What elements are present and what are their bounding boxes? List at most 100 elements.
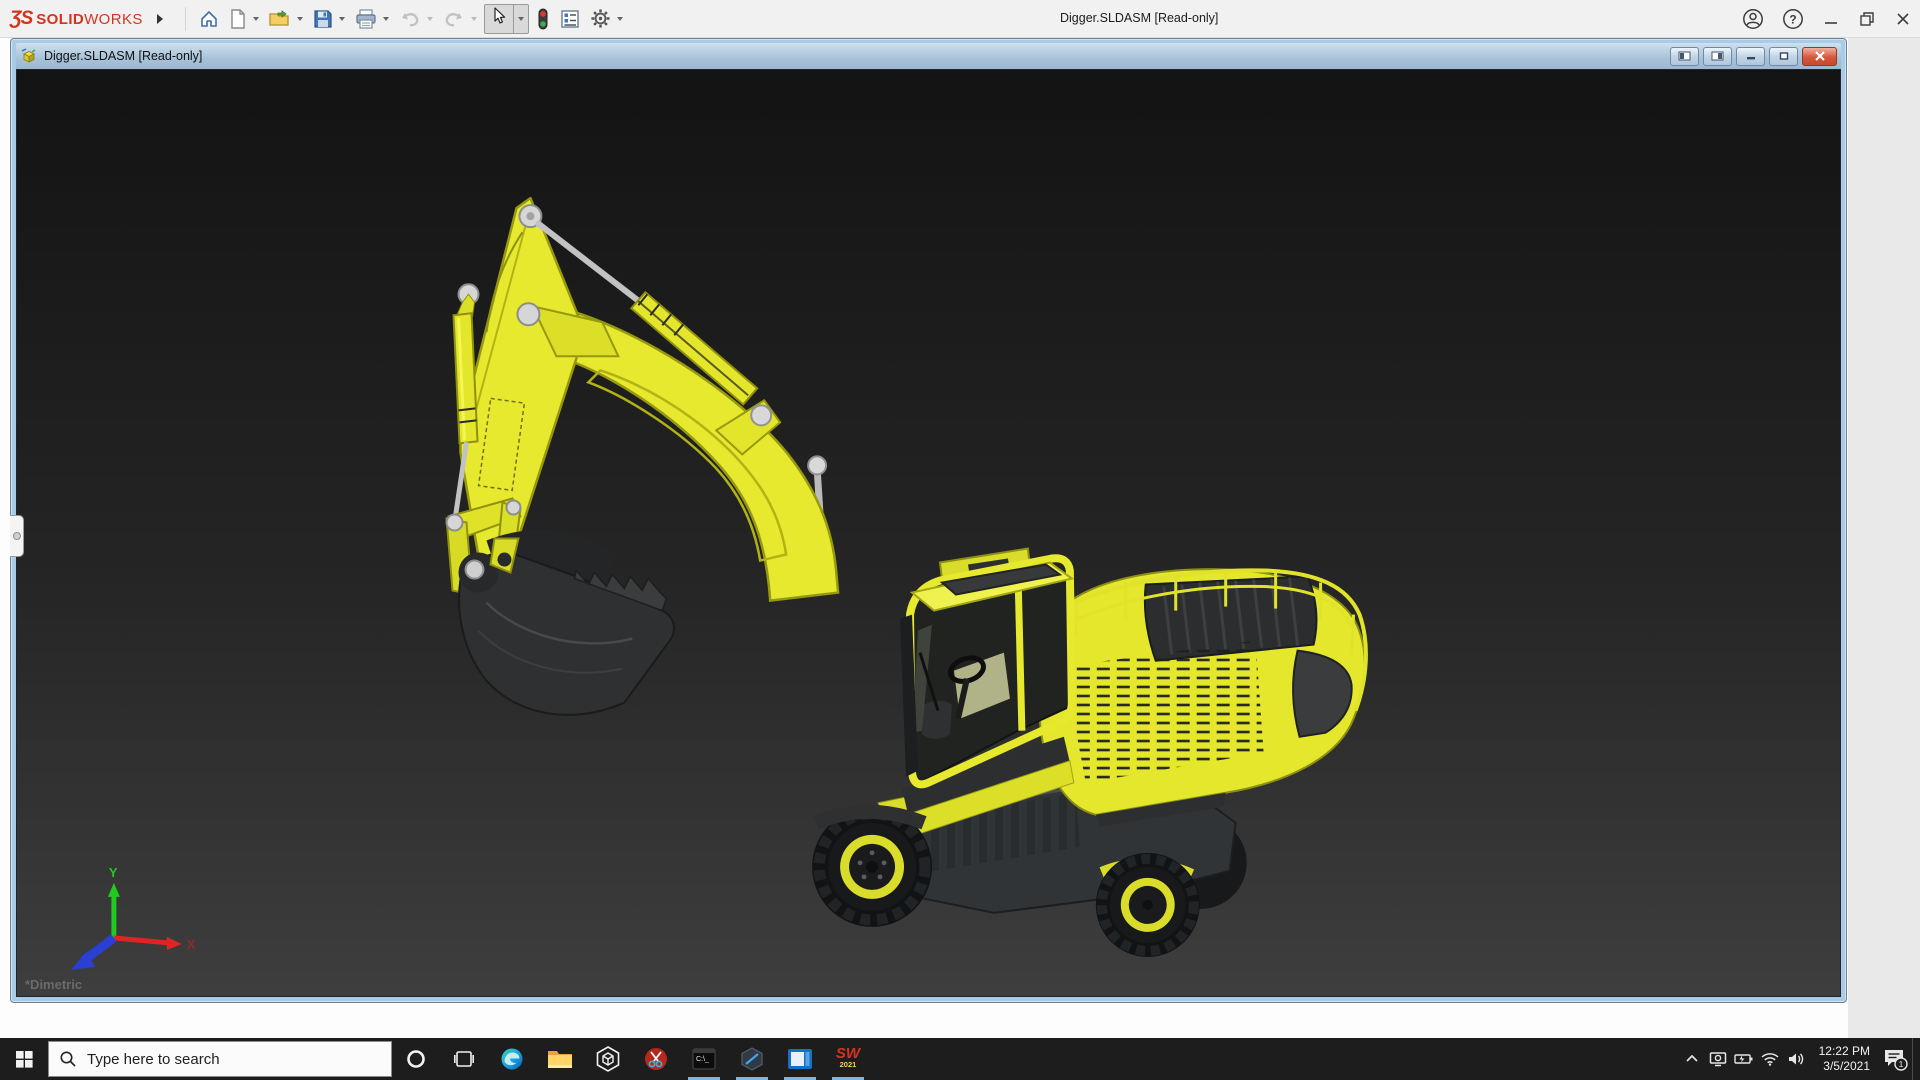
triad-y-label: Y bbox=[109, 865, 118, 880]
3ds-logo-mark: ƷS bbox=[10, 8, 32, 30]
rebuild-button[interactable] bbox=[531, 5, 555, 33]
redo-dropdown[interactable] bbox=[471, 17, 477, 21]
edge-icon bbox=[500, 1047, 524, 1071]
digger-excavator-model: Y X bbox=[17, 70, 1840, 996]
clock-time: 12:22 PM bbox=[1819, 1044, 1870, 1059]
remote-desktop-icon bbox=[787, 1048, 813, 1070]
cortana-icon bbox=[406, 1049, 426, 1069]
3d-viewer-icon bbox=[595, 1046, 621, 1072]
start-button[interactable] bbox=[0, 1038, 48, 1080]
taskbar-command-prompt-button[interactable]: C:\_ bbox=[680, 1038, 728, 1080]
document-title: Digger.SLDASM [Read-only] bbox=[44, 49, 202, 63]
open-button[interactable] bbox=[264, 5, 296, 33]
undo-button[interactable] bbox=[394, 5, 426, 33]
task-pane-collapsed-strip[interactable] bbox=[1848, 38, 1920, 1038]
rear-wheel bbox=[1096, 853, 1200, 957]
svg-text:C:\_: C:\_ bbox=[696, 1056, 709, 1063]
tray-chevron-up-icon[interactable] bbox=[1679, 1038, 1705, 1080]
open-folder-icon bbox=[269, 9, 291, 29]
account-icon[interactable] bbox=[1742, 8, 1764, 30]
clock-date: 3/5/2021 bbox=[1819, 1059, 1870, 1074]
taskbar-file-explorer-button[interactable] bbox=[536, 1038, 584, 1080]
assembly-document-icon bbox=[20, 48, 38, 64]
svg-text:?: ? bbox=[1789, 12, 1796, 26]
application-toolbar: ƷS SOLID WORKS bbox=[0, 0, 1920, 38]
task-view-icon bbox=[454, 1049, 474, 1069]
close-icon[interactable] bbox=[1894, 10, 1912, 28]
rebuild-traffic-light-icon bbox=[536, 8, 550, 30]
redo-button[interactable] bbox=[438, 5, 470, 33]
print-button[interactable] bbox=[350, 5, 382, 33]
new-document-button[interactable] bbox=[224, 5, 252, 33]
taskbar-search-input[interactable]: Type here to search bbox=[48, 1041, 392, 1077]
help-icon[interactable]: ? bbox=[1782, 8, 1804, 30]
taskbar-dev-app-button[interactable] bbox=[728, 1038, 776, 1080]
save-button[interactable] bbox=[308, 5, 338, 33]
options-button[interactable] bbox=[585, 5, 616, 33]
orientation-triad: Y X bbox=[71, 865, 196, 970]
document-minimize-button[interactable] bbox=[1736, 47, 1765, 66]
show-desktop-button[interactable] bbox=[1912, 1038, 1920, 1080]
file-explorer-icon bbox=[547, 1048, 573, 1070]
pane-left-button[interactable] bbox=[1670, 47, 1699, 66]
snip-sketch-icon bbox=[643, 1046, 669, 1072]
print-icon bbox=[355, 9, 377, 29]
home-icon bbox=[199, 9, 219, 29]
file-properties-icon bbox=[560, 9, 580, 29]
pane-right-button[interactable] bbox=[1703, 47, 1732, 66]
search-placeholder: Type here to search bbox=[87, 1051, 220, 1068]
solidworks-taskbar-icon: SW 2021 bbox=[836, 1048, 860, 1071]
bucket bbox=[459, 530, 674, 715]
document-window: Digger.SLDASM [Read-only] bbox=[10, 38, 1847, 1003]
graphics-viewport[interactable]: Y X *Dimetric bbox=[16, 69, 1841, 997]
solidworks-logo: ƷS SOLID WORKS bbox=[10, 8, 143, 30]
windows-start-icon bbox=[16, 1051, 33, 1068]
taskbar-clock[interactable]: 12:22 PM 3/5/2021 bbox=[1819, 1044, 1870, 1074]
tray-battery-icon[interactable] bbox=[1731, 1038, 1757, 1080]
windows-taskbar: Type here to search bbox=[0, 1038, 1920, 1080]
triad-x-label: X bbox=[187, 937, 196, 952]
task-view-button[interactable] bbox=[440, 1038, 488, 1080]
file-properties-button[interactable] bbox=[555, 5, 585, 33]
dev-app-hexagon-icon bbox=[739, 1046, 765, 1072]
open-dropdown[interactable] bbox=[297, 17, 303, 21]
tray-volume-icon[interactable] bbox=[1783, 1038, 1809, 1080]
command-prompt-icon: C:\_ bbox=[692, 1048, 716, 1070]
application-title: Digger.SLDASM [Read-only] bbox=[1060, 0, 1218, 37]
tray-display-icon[interactable] bbox=[1705, 1038, 1731, 1080]
select-tool-dropdown[interactable] bbox=[513, 5, 528, 33]
save-dropdown[interactable] bbox=[339, 17, 345, 21]
taskbar-snip-sketch-button[interactable] bbox=[632, 1038, 680, 1080]
options-gear-icon bbox=[590, 8, 611, 29]
save-icon bbox=[313, 9, 333, 29]
taskbar-edge-button[interactable] bbox=[488, 1038, 536, 1080]
options-dropdown[interactable] bbox=[617, 17, 623, 21]
select-tool-button[interactable] bbox=[484, 4, 529, 34]
restore-icon[interactable] bbox=[1858, 10, 1876, 28]
tray-wifi-icon[interactable] bbox=[1757, 1038, 1783, 1080]
taskbar-3d-viewer-button[interactable] bbox=[584, 1038, 632, 1080]
new-document-icon bbox=[229, 9, 247, 29]
print-dropdown[interactable] bbox=[383, 17, 389, 21]
document-restore-button[interactable] bbox=[1769, 47, 1798, 66]
new-document-dropdown[interactable] bbox=[253, 17, 259, 21]
view-orientation-label: *Dimetric bbox=[25, 977, 82, 992]
undo-icon bbox=[399, 9, 421, 29]
document-titlebar[interactable]: Digger.SLDASM [Read-only] bbox=[16, 43, 1841, 69]
undo-dropdown[interactable] bbox=[427, 17, 433, 21]
minimize-icon[interactable] bbox=[1822, 10, 1840, 28]
document-close-button[interactable] bbox=[1802, 47, 1837, 66]
notification-icon: 1 bbox=[1882, 1047, 1908, 1071]
featuremanager-collapsed-tab[interactable] bbox=[10, 515, 24, 557]
home-button[interactable] bbox=[194, 5, 224, 33]
notification-count: 1 bbox=[1899, 1059, 1904, 1069]
redo-icon bbox=[443, 9, 465, 29]
cortana-button[interactable] bbox=[392, 1038, 440, 1080]
select-cursor-icon bbox=[491, 7, 507, 25]
front-wheel bbox=[812, 807, 932, 927]
taskbar-remote-desktop-button[interactable] bbox=[776, 1038, 824, 1080]
notification-center-button[interactable]: 1 bbox=[1878, 1038, 1912, 1080]
menu-flyout-arrow-icon[interactable] bbox=[157, 14, 163, 24]
search-icon bbox=[59, 1050, 77, 1068]
taskbar-solidworks-button[interactable]: SW 2021 bbox=[824, 1038, 872, 1080]
